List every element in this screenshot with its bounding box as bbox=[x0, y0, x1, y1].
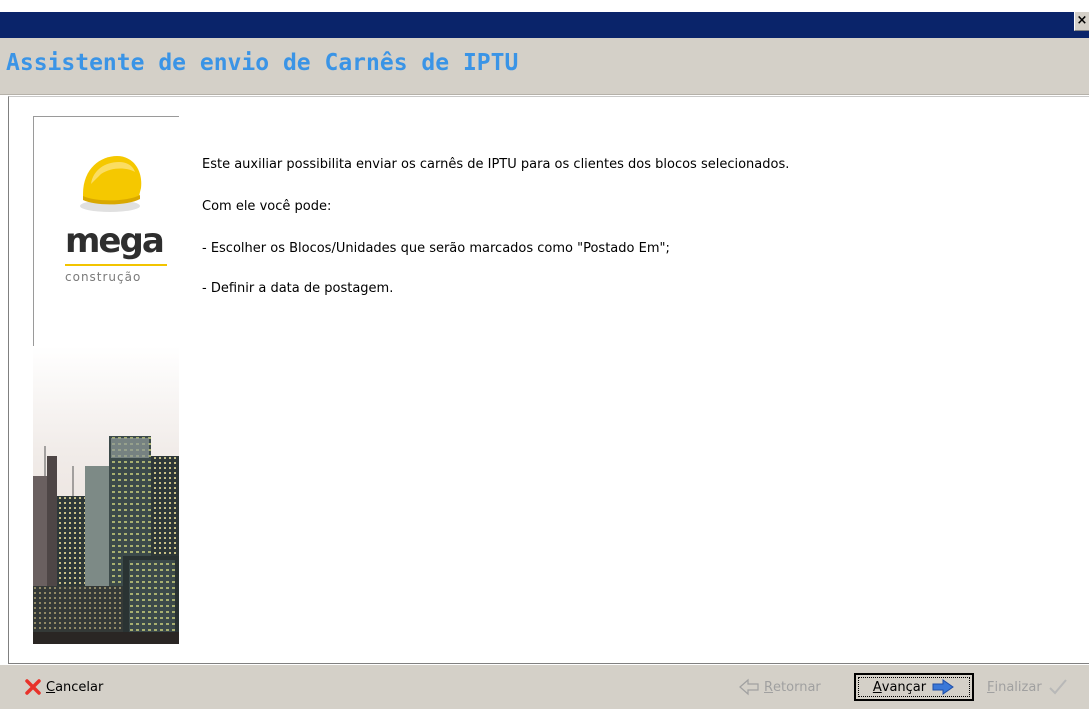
back-button[interactable]: Retornar bbox=[738, 673, 821, 701]
logo-subtitle: construção bbox=[65, 270, 142, 284]
list-item: - Definir a data de postagem. bbox=[202, 281, 394, 296]
window-titlebar[interactable]: × bbox=[0, 12, 1089, 38]
arrow-left-icon bbox=[739, 678, 759, 696]
cancel-button[interactable]: Cancelar bbox=[24, 673, 103, 701]
top-strip bbox=[0, 0, 1089, 12]
arrow-right-icon bbox=[932, 679, 954, 695]
intro-text: Este auxiliar possibilita enviar os carn… bbox=[202, 157, 790, 172]
wizard-footer: Cancelar Retornar Avançar Finalizar bbox=[0, 665, 1089, 709]
finish-button[interactable]: Finalizar bbox=[987, 673, 1072, 701]
helmet-icon bbox=[80, 156, 142, 212]
page-title: Assistente de envio de Carnês de IPTU bbox=[6, 50, 519, 76]
company-logo: mega construção bbox=[33, 116, 179, 336]
wizard-header: Assistente de envio de Carnês de IPTU bbox=[0, 38, 1089, 95]
city-skyline-image bbox=[33, 346, 179, 644]
logo-text: mega bbox=[65, 221, 165, 261]
subtitle-text: Com ele você pode: bbox=[202, 199, 332, 214]
next-button[interactable]: Avançar bbox=[854, 673, 974, 701]
list-item: - Escolher os Blocos/Unidades que serão … bbox=[202, 241, 670, 256]
close-button[interactable]: × bbox=[1074, 12, 1089, 31]
wizard-content: mega construção Este auxiliar possibilit… bbox=[8, 96, 1089, 664]
check-icon bbox=[1048, 679, 1067, 695]
red-x-icon bbox=[25, 679, 41, 695]
close-icon[interactable]: × bbox=[1077, 13, 1088, 28]
side-image-panel: mega construção bbox=[33, 116, 179, 644]
